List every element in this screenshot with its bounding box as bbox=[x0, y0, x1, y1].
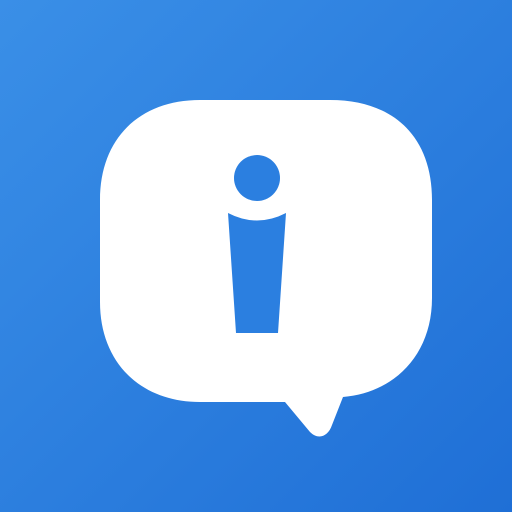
info-chat-bubble-icon bbox=[100, 100, 432, 437]
info-stem-shape bbox=[228, 213, 286, 333]
info-dot-shape bbox=[234, 155, 280, 201]
app-icon bbox=[0, 0, 512, 512]
